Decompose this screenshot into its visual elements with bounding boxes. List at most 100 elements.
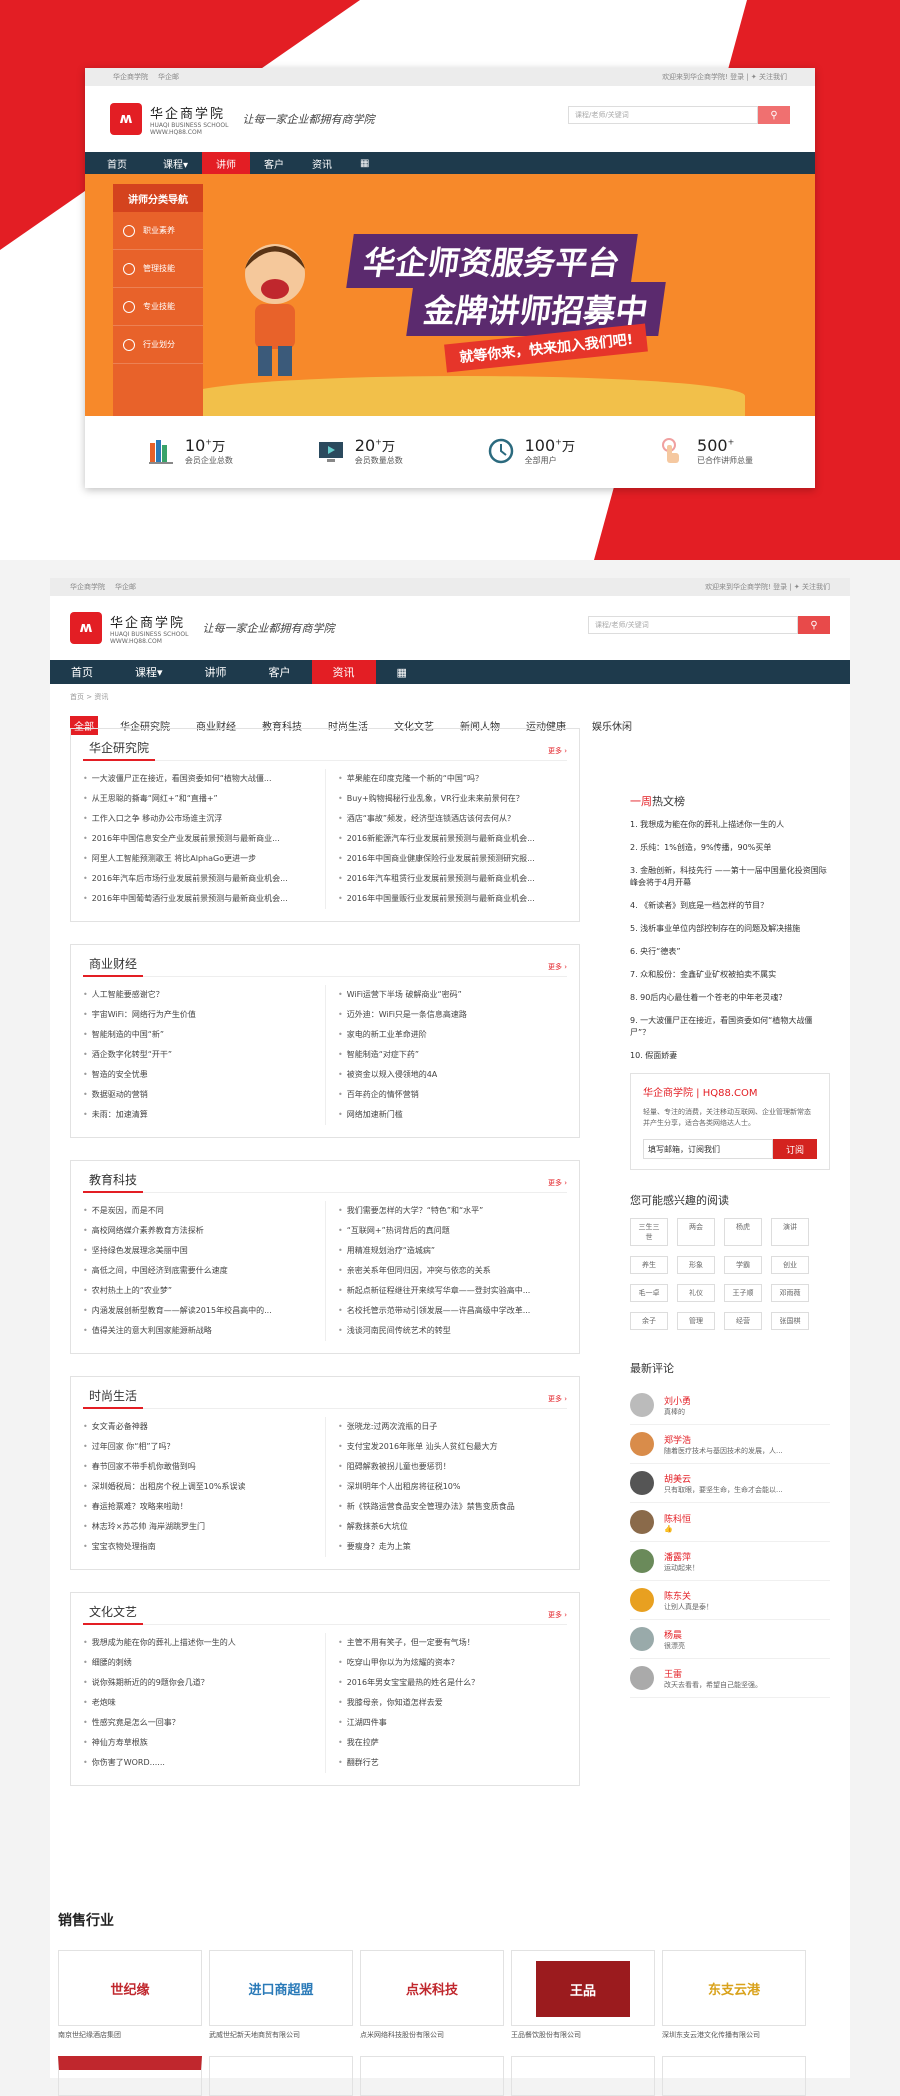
topbar-right[interactable]: 欢迎来到华企商学院! 登录 | ✦ 关注我们 [662,72,787,82]
comment-author[interactable]: 王雷 [664,1667,762,1680]
article-link[interactable]: 我们需要怎样的大学？“特色”和“水平” [338,1201,557,1221]
article-link[interactable]: 阿里人工智能预测歌王 将比AlphaGo更进一步 [83,849,315,869]
article-link[interactable]: 智能制造“对症下药” [338,1045,557,1065]
tag-chip[interactable]: 余子 [630,1312,668,1330]
grid-menu-icon[interactable]: ▦ [346,152,383,174]
article-link[interactable]: 要瘦身？走为上策 [338,1537,557,1557]
hot-article-link[interactable]: 2. 乐纯：1%创造，9%传播，90%买单 [630,842,830,854]
recruit-banner[interactable]: 讲师分类导航 职业素养 管理技能 专业技能 行业划分 华企师资服务平台 金牌讲师… [85,174,815,416]
tag-chip[interactable]: 邓雨薇 [771,1284,809,1302]
topbar-link[interactable]: 华企邮 [115,583,136,591]
article-link[interactable]: 值得关注的意大利国家能源新战略 [83,1321,315,1341]
article-link[interactable]: 内涵发展创新型教育——解读2015年校昌高中的... [83,1301,315,1321]
logo[interactable]: 华企商学院 HUAQI BUSINESS SCHOOL WWW.HQ88.COM [150,103,229,136]
article-link[interactable]: “互联网+”热词背后的真问题 [338,1221,557,1241]
article-link[interactable]: 智造的安全忧患 [83,1065,315,1085]
article-link[interactable]: 吃穿山甲你以为为炫耀的资本？ [338,1653,557,1673]
partner-logo[interactable]: 进口商超盟 武威世纪新天地商贸有限公司 [209,1950,353,2040]
article-link[interactable]: 未雨：加速清算 [83,1105,315,1125]
hot-article-link[interactable]: 5. 浅析事业单位内部控制存在的问题及解决措施 [630,923,830,935]
article-link[interactable]: 人工智能要感谢它？ [83,985,315,1005]
comment-item[interactable]: 潘露萍 运动起来！ [630,1542,830,1581]
more-link[interactable]: 更多 › [548,962,567,972]
article-link[interactable]: 被资金以规入侵领地的4A [338,1065,557,1085]
article-link[interactable]: 解救抹茶6大坑位 [338,1517,557,1537]
tag-chip[interactable]: 演讲 [771,1218,809,1246]
comment-author[interactable]: 郑学浩 [664,1433,783,1446]
article-link[interactable]: 2016年中国量贩行业发展前景预测与最新商业机会... [338,889,557,909]
partner-logo-placeholder[interactable] [511,2056,655,2096]
article-link[interactable]: 2016年中国信息安全产业发展前景预测与最新商业... [83,829,315,849]
article-link[interactable]: 林志玲×苏芯帅 海岸湖跳罗生门 [83,1517,315,1537]
article-link[interactable]: 新《铁路运营食品安全管理办法》禁售变质食品 [338,1497,557,1517]
nav-item-courses[interactable]: 课程▾ [149,152,202,174]
article-link[interactable]: 从王思聪的撕毒“网红+”和“直播+” [83,789,315,809]
topbar-right[interactable]: 欢迎来到华企商学院! 登录 | ✦ 关注我们 [705,582,830,592]
comment-item[interactable]: 杨晨 很漂亮 [630,1620,830,1659]
topbar-link[interactable]: 华企商学院 [70,583,105,591]
partner-logo-placeholder[interactable] [209,2056,353,2096]
article-link[interactable]: 深圳明年个人出租房将征税10% [338,1477,557,1497]
search-button[interactable]: ⚲ [798,616,830,634]
nav-item-teachers[interactable]: 讲师 [202,152,251,174]
comment-item[interactable]: 胡美云 只有取眼，要坚生命，生命才会能以... [630,1464,830,1503]
partner-logo[interactable]: 世纪缘 南京世纪缘酒店集团 [58,1950,202,2040]
article-link[interactable]: 高校网络媒介素养教育方法探析 [83,1221,315,1241]
comment-author[interactable]: 胡美云 [664,1472,783,1485]
article-link[interactable]: 说你殊期新近的的9题你会几道？ [83,1673,315,1693]
article-link[interactable]: 一大波僵尸正在接近，看国资委如何“植物大战僵... [83,769,315,789]
more-link[interactable]: 更多 › [548,1610,567,1620]
article-link[interactable]: 春运抢票难？攻略来啦助！ [83,1497,315,1517]
more-link[interactable]: 更多 › [548,1178,567,1188]
nav-item-clients[interactable]: 客户 [250,152,298,174]
article-link[interactable]: 酒店“事故”频发，经济型连锁酒店该何去何从？ [338,809,557,829]
tag-chip[interactable]: 形象 [677,1256,715,1274]
article-link[interactable]: 2016年汽车租赁行业发展前景预测与最新商业机会... [338,869,557,889]
nav-item-news[interactable]: 资讯 [298,152,346,174]
article-link[interactable]: 翻群行艺 [338,1753,557,1773]
article-link[interactable]: 家电的新工业革命进阶 [338,1025,557,1045]
article-link[interactable]: WiFi运营下半场 破解商业“密码” [338,985,557,1005]
article-link[interactable]: 亲密关系年但同归因，冲突与依恋的关系 [338,1261,557,1281]
article-link[interactable]: Buy+购物揭秘行业乱象，VR行业未来前景何在？ [338,789,557,809]
hot-article-link[interactable]: 3. 金融创新，科技先行 ——第十一届中国量化投资国际峰会将于4月开幕 [630,865,830,889]
category-item[interactable]: 行业划分 [113,326,203,364]
more-link[interactable]: 更多 › [548,746,567,756]
search-button[interactable]: ⚲ [758,106,790,124]
article-link[interactable]: 女文青必备神器 [83,1417,315,1437]
article-link[interactable]: 坚持绿色发展理念美丽中国 [83,1241,315,1261]
hot-article-link[interactable]: 9. 一大波僵尸正在接近，看国资委如何“植物大战僵尸”？ [630,1015,830,1039]
topbar-link[interactable]: 华企邮 [158,73,179,81]
avatar[interactable] [630,1666,654,1690]
article-link[interactable]: 苹果能在印度克隆一个新的“中国”吗？ [338,769,557,789]
article-link[interactable]: 支付宝发2016年账单 汕头人贫红包最大方 [338,1437,557,1457]
tag-chip[interactable]: 管理 [677,1312,715,1330]
avatar[interactable] [630,1549,654,1573]
comment-author[interactable]: 陈科恒 [664,1512,691,1525]
nav-item-home[interactable]: 首页 [50,660,114,684]
tag-chip[interactable]: 学霸 [724,1256,762,1274]
tag-chip[interactable]: 毛一卓 [630,1284,668,1302]
email-field[interactable]: 填写邮箱，订阅我们 [643,1139,773,1159]
avatar[interactable] [630,1510,654,1534]
tag-chip[interactable]: 张国棋 [771,1312,809,1330]
article-link[interactable]: 张晓龙:过两次流瓶的日子 [338,1417,557,1437]
article-link[interactable]: 用精准规划治疗“造城病” [338,1241,557,1261]
article-link[interactable]: 主管不用有笑子，但一定要有气场！ [338,1633,557,1653]
section-title[interactable]: 华企研究院 [83,739,156,761]
article-link[interactable]: 老炮味 [83,1693,315,1713]
article-link[interactable]: 2016年中国商业健康保险行业发展前景预测研究报... [338,849,557,869]
article-link[interactable]: 神仙方寿草根族 [83,1733,315,1753]
avatar[interactable] [630,1432,654,1456]
comment-item[interactable]: 王雷 改天去看看，希望自己能坚强。 [630,1659,830,1698]
article-link[interactable]: 性感究竟是怎么一回事？ [83,1713,315,1733]
article-link[interactable]: 名校托管示范带动引领发展——许昌高级中学改革... [338,1301,557,1321]
comment-author[interactable]: 杨晨 [664,1628,685,1641]
comment-item[interactable]: 陈科恒 👍 [630,1503,830,1542]
partner-logo[interactable]: 东支云港 深圳东支云港文化传播有限公司 [662,1950,806,2040]
article-link[interactable]: 细腰的刺绣 [83,1653,315,1673]
grid-menu-icon[interactable]: ▦ [376,660,428,684]
article-link[interactable]: 我膝母亲，你知道怎样去爱 [338,1693,557,1713]
article-link[interactable]: 2016新能源汽车行业发展前景预测与最新商业机会... [338,829,557,849]
partner-logo-placeholder[interactable] [360,2056,504,2096]
